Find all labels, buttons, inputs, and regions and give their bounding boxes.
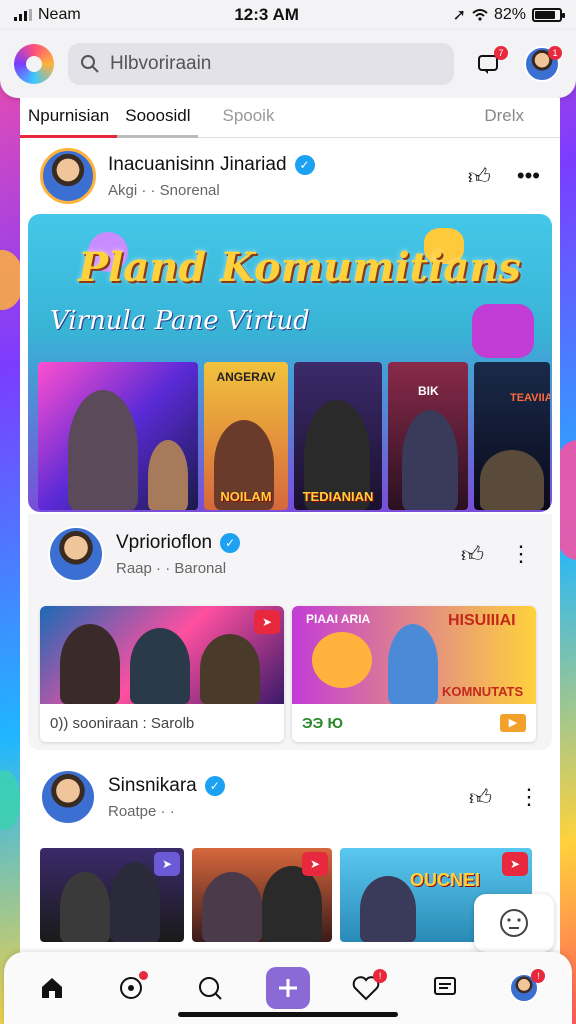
like-icon[interactable]: 👍︎ — [469, 784, 492, 811]
carrier-label: Neam — [38, 6, 81, 23]
video-card[interactable]: ➤ 0)) sooniraan : Sarolb — [40, 606, 284, 742]
author-name[interactable]: Vpriorioflon — [116, 532, 212, 554]
thumbnail-caption: ANGERAV — [216, 370, 276, 384]
search-input[interactable]: Hlbvoriraain — [68, 43, 454, 85]
nav-badge — [138, 971, 148, 980]
share-icon: ➤ — [302, 852, 328, 876]
search-value: Hlbvoriraain — [110, 53, 212, 74]
thumbnail-sub: KOMNUTATS — [442, 684, 524, 699]
verified-icon: ✓ — [204, 775, 225, 796]
nav-badge: ! — [373, 969, 388, 983]
thumbnail-tag: PIAAI ARIA — [306, 612, 371, 626]
home-indicator — [178, 1012, 398, 1017]
author-name[interactable]: Sinsnikara — [108, 775, 197, 797]
post-meta: Raap · · Baronal — [116, 559, 227, 577]
more-icon[interactable]: ••• — [517, 163, 540, 189]
video-thumbnail[interactable]: ANGERAV NOILAM — [204, 362, 288, 510]
create-post-button[interactable] — [265, 967, 310, 1009]
thumbnail-caption: BIK — [418, 384, 439, 398]
post-header: Vpriorioflon ✓ Raap · · Baronal 👍︎ ⋮ — [28, 526, 552, 582]
more-icon[interactable]: ⋮ — [510, 541, 532, 567]
tab-sooosidl[interactable]: Sooosidl — [117, 98, 199, 138]
banner-subtitle: Virnula Pane Virtud — [50, 306, 310, 336]
nav-profile[interactable]: ! — [501, 965, 547, 1011]
video-thumbnail[interactable]: ➤ — [40, 848, 184, 942]
home-icon — [41, 978, 62, 998]
nav-home[interactable] — [29, 965, 75, 1011]
clock: 12:3 AM — [234, 5, 299, 24]
battery-percent: 82% — [493, 6, 526, 23]
tab-spooik[interactable]: Spooik — [214, 98, 282, 138]
tab-drelx[interactable]: Drelx — [476, 98, 560, 138]
nav-favorites[interactable]: ! — [343, 965, 389, 1011]
thumbnail-caption: TEDIANIAN — [302, 489, 374, 504]
chat-icon — [434, 977, 457, 995]
tab-bar: Npurnisian Sooosidl Spooik Drelx — [20, 98, 560, 138]
author-name[interactable]: Inacuanisinn Jinariad — [108, 154, 287, 176]
avatar[interactable] — [48, 526, 104, 582]
nav-messages[interactable] — [422, 965, 468, 1011]
wifi-icon — [472, 9, 488, 21]
share-icon: ➤ — [254, 610, 280, 634]
verified-icon: ✓ — [294, 154, 315, 175]
community-banner[interactable]: Pland Komumitians Virnula Pane Virtud AN… — [28, 214, 552, 512]
signal-icon — [14, 9, 32, 21]
avatar[interactable] — [40, 148, 96, 204]
video-caption: 0)) sooniraan : Sarolb — [50, 714, 195, 732]
nav-search[interactable] — [187, 965, 233, 1011]
video-thumbnail[interactable]: ➤ — [192, 848, 332, 942]
video-thumbnail[interactable]: TEDIANIAN — [294, 362, 382, 510]
app-bar: Hlbvoriraain 7 1 — [0, 30, 576, 98]
tab-npurnisian[interactable]: Npurnisian — [20, 98, 118, 138]
app-logo[interactable] — [14, 44, 54, 84]
feed: Npurnisian Sooosidl Spooik Drelx Inacuan… — [20, 98, 560, 958]
like-icon[interactable]: 👍︎ — [461, 541, 484, 568]
thumbnail-caption: TEAVIIA — [510, 392, 550, 404]
post-meta: Akgi · · Snorenal — [108, 181, 220, 199]
emoji-button[interactable] — [474, 894, 554, 952]
plus-icon — [278, 979, 297, 997]
share-icon: ➤ — [154, 852, 180, 876]
post-header: Sinsnikara ✓ Roatpe · · 👍︎ ⋮ — [20, 762, 560, 832]
post-card: Vpriorioflon ✓ Raap · · Baronal 👍︎ ⋮ ➤ 0… — [28, 514, 552, 750]
battery-icon — [532, 8, 565, 22]
thumbnail-headline: HISUIIIAI — [448, 612, 516, 629]
share-icon: ➤ — [502, 852, 528, 876]
profile-badge: 1 — [548, 46, 562, 60]
banner-title: Pland Komumitians — [78, 244, 521, 291]
background-decoration — [0, 770, 20, 830]
search-nav-icon — [198, 977, 222, 1000]
video-caption: ЭЭ Ю — [302, 714, 343, 732]
status-bar: Neam 12:3 AM ➚ 82% — [0, 0, 576, 30]
profile-button[interactable]: 1 — [522, 44, 562, 84]
post-header: Inacuanisinn Jinariad ✓ Akgi · · Snorena… — [20, 146, 560, 206]
background-decoration — [558, 440, 576, 560]
avatar[interactable] — [40, 769, 96, 825]
more-icon[interactable]: ⋮ — [518, 784, 540, 810]
nav-badge: ! — [531, 969, 546, 983]
play-icon[interactable]: ▶ — [500, 714, 526, 732]
location-icon: ➚ — [452, 7, 466, 24]
video-thumbnail[interactable] — [38, 362, 198, 510]
notifications-button[interactable]: 7 — [468, 44, 508, 84]
video-thumbnail[interactable]: TEAVIIA — [474, 362, 550, 510]
video-card[interactable]: PIAAI ARIA HISUIIIAI KOMNUTATS ЭЭ Ю ▶ — [292, 606, 536, 742]
video-thumbnail[interactable]: BIK — [388, 362, 468, 510]
nav-discover[interactable] — [108, 965, 154, 1011]
like-icon[interactable]: 👍︎ — [468, 163, 491, 190]
search-icon — [81, 55, 99, 73]
notification-badge: 7 — [494, 46, 508, 60]
thumbnail-caption: OUCNEI — [410, 870, 481, 890]
emoji-icon — [500, 909, 528, 937]
thumbnail-caption: NOILAM — [220, 489, 272, 504]
verified-icon: ✓ — [220, 532, 241, 553]
post-meta: Roatpe · · — [108, 802, 175, 820]
post-card: Sinsnikara ✓ Roatpe · · 👍︎ ⋮ ➤ ➤ OUCNEI … — [20, 762, 560, 942]
